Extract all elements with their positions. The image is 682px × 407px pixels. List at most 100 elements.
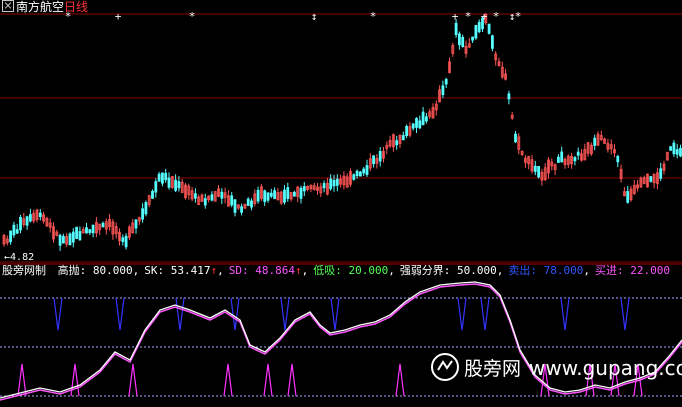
watermark-url: www.gupang.com xyxy=(529,356,682,380)
candle-body xyxy=(78,231,82,241)
candle-body xyxy=(302,186,306,192)
candle-body xyxy=(362,168,366,174)
signal-marker-icon: * xyxy=(515,10,522,23)
indicator-name[interactable]: 股旁网制 xyxy=(2,264,46,277)
candle-body xyxy=(669,146,672,151)
candle-body xyxy=(675,149,679,155)
candle-body xyxy=(576,151,580,156)
low-price-value: 4.82 xyxy=(10,252,35,263)
candle-body xyxy=(292,191,296,197)
candle-body xyxy=(415,118,418,128)
candle-body xyxy=(616,155,620,163)
candle-body xyxy=(68,233,72,246)
signal-marker-icon: ↕ xyxy=(311,10,318,23)
candle-body xyxy=(573,157,577,162)
indicator-param-label: 卖出: xyxy=(508,264,538,277)
candle-body xyxy=(220,191,224,199)
indicator-param: 高抛: 80.000 xyxy=(58,264,133,277)
candle-body xyxy=(250,200,253,208)
candle-body xyxy=(91,224,95,234)
candle-body xyxy=(454,22,458,36)
period-label[interactable]: 日线 xyxy=(64,0,88,14)
candle-body xyxy=(461,36,465,47)
candle-body xyxy=(322,183,326,189)
candle-body xyxy=(557,156,560,163)
candle-body xyxy=(365,165,369,175)
candle-body xyxy=(19,216,22,231)
candle-body xyxy=(210,194,214,201)
candle-body xyxy=(177,181,181,189)
candle-body xyxy=(124,235,128,248)
candle-body xyxy=(335,178,339,186)
candle-body xyxy=(560,151,564,163)
candle-body xyxy=(395,140,399,146)
indicator-param-label: 买进: xyxy=(595,264,624,277)
candle-body xyxy=(358,171,362,177)
stock-chart-canvas[interactable]: * + * ↕ * + * + * ↕ * xyxy=(0,0,682,407)
indicator-params: 高抛: 80.000, SK: 53.417↑, SD: 48.864↑, 低吸: 2… xyxy=(57,264,671,277)
candle-body xyxy=(679,147,682,157)
candle-body xyxy=(85,227,88,234)
indicator-param-value: 22.000 xyxy=(623,264,671,277)
candle-body xyxy=(424,116,428,122)
candle-body xyxy=(174,179,178,191)
indicator-param: 强弱分界: 50.000 xyxy=(400,264,497,277)
candle-body xyxy=(230,195,234,206)
candle-body xyxy=(75,226,78,239)
indicator-param-value: 80.000 xyxy=(86,264,133,277)
candle-body xyxy=(134,219,138,229)
candle-body xyxy=(160,172,164,184)
candle-body xyxy=(378,151,382,162)
candle-body xyxy=(25,216,29,226)
candle-body xyxy=(418,120,422,129)
watermark-logo-icon xyxy=(431,353,459,381)
indicator-param: SK: 53.417↑ xyxy=(144,264,217,277)
chart-title: 南方航空日线 xyxy=(2,0,88,14)
signal-marker-icon: * xyxy=(189,10,196,23)
candle-body xyxy=(62,236,65,244)
candle-body xyxy=(405,126,409,137)
candle-body xyxy=(533,165,537,172)
candle-body xyxy=(514,133,517,143)
candle-body xyxy=(286,187,290,199)
candle-body xyxy=(151,190,154,199)
candle-body xyxy=(672,142,676,155)
candle-body xyxy=(649,176,653,182)
candle-body xyxy=(474,25,478,39)
candle-body xyxy=(444,79,448,85)
indicator-param: 买进: 22.000 xyxy=(595,264,670,277)
candle-body xyxy=(332,179,336,187)
candle-body xyxy=(9,230,13,243)
candle-body xyxy=(193,193,197,199)
candle-body xyxy=(233,199,237,213)
indicator-param-label: SD: xyxy=(228,264,249,277)
candle-body xyxy=(269,192,273,197)
indicator-param: SD: 48.864↑ xyxy=(229,264,302,277)
indicator-param: 低吸: 20.000 xyxy=(313,264,388,277)
candle-body xyxy=(58,234,62,246)
candle-body xyxy=(329,178,333,190)
candle-body xyxy=(167,177,171,188)
indicator-param-value: 48.864 xyxy=(248,264,295,277)
watermark: 股旁网 www.gupang.com xyxy=(430,352,682,382)
candle-body xyxy=(593,137,597,146)
close-icon[interactable] xyxy=(2,0,14,12)
chart-background xyxy=(0,0,682,407)
candle-body xyxy=(471,36,475,41)
candle-body xyxy=(266,192,270,201)
candle-body xyxy=(401,135,405,141)
candle-body xyxy=(441,85,445,96)
candle-body xyxy=(457,33,461,46)
candle-body xyxy=(240,206,244,213)
candle-body xyxy=(659,168,663,179)
signal-marker-icon: * xyxy=(370,10,377,23)
candle-body xyxy=(154,181,158,193)
watermark-text: 股旁网 xyxy=(464,358,522,380)
candle-body xyxy=(38,212,42,217)
candle-body xyxy=(372,155,376,165)
candle-body xyxy=(411,123,415,129)
indicator-param-label: 高抛: xyxy=(57,264,87,277)
signal-marker-icon: + xyxy=(481,10,488,23)
candle-body xyxy=(273,190,277,200)
indicator-param-label: 低吸: xyxy=(313,264,342,277)
